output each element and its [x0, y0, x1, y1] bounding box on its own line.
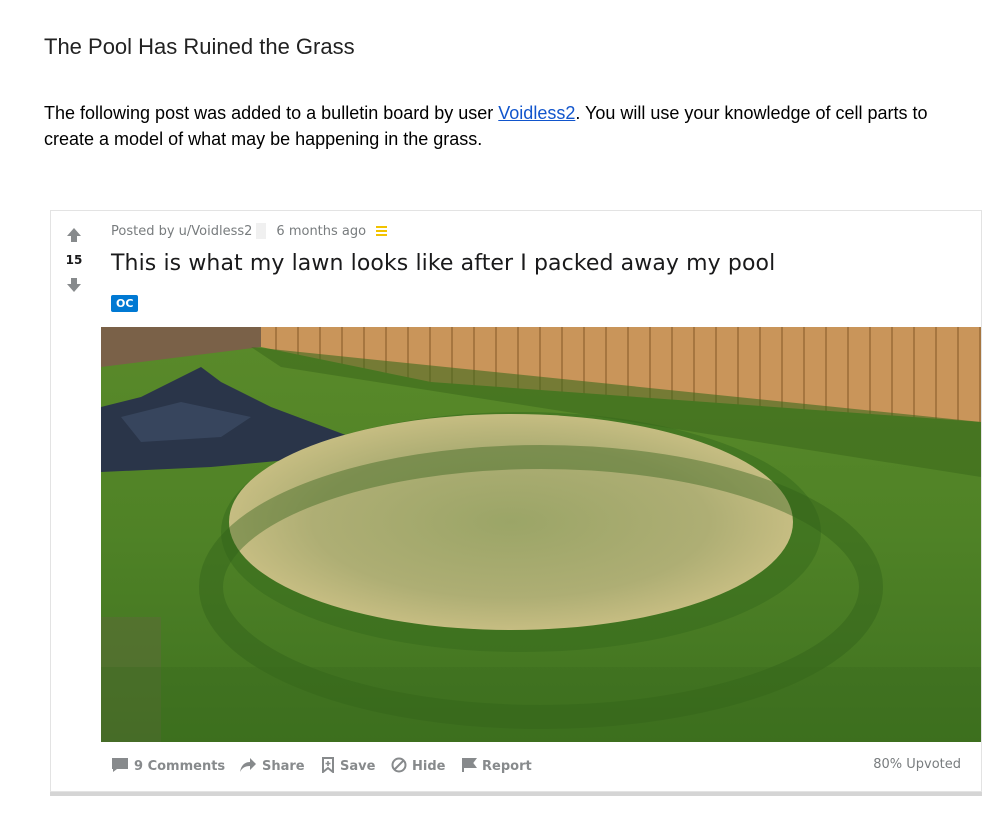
downvote-arrow-icon[interactable] — [66, 277, 82, 293]
page-title: The Pool Has Ruined the Grass — [44, 34, 355, 59]
comment-bubble-icon — [111, 757, 129, 776]
report-button[interactable]: Report — [461, 757, 532, 776]
post-card: 15 Posted by u/Voidless2 6 months ago Th… — [50, 210, 982, 792]
share-button[interactable]: Share — [239, 757, 305, 776]
vote-column: 15 — [51, 211, 101, 791]
hide-button[interactable]: Hide — [391, 757, 445, 776]
post-title[interactable]: This is what my lawn looks like after I … — [111, 251, 775, 276]
report-label: Report — [482, 759, 532, 774]
share-arrow-icon — [239, 757, 257, 776]
post-flair[interactable]: OC — [111, 295, 139, 312]
hide-circle-icon — [391, 757, 407, 776]
post-image[interactable] — [101, 327, 981, 742]
upvote-arrow-icon[interactable] — [66, 227, 82, 243]
user-link[interactable]: Voidless2 — [498, 103, 575, 123]
save-button[interactable]: Save — [321, 757, 375, 776]
posted-by[interactable]: Posted by u/Voidless2 — [111, 224, 252, 239]
comments-button[interactable]: 9 Comments — [111, 757, 225, 776]
award-icon — [376, 226, 388, 236]
post-meta: Posted by u/Voidless2 6 months ago — [111, 223, 388, 239]
hide-label: Hide — [412, 759, 446, 774]
vote-score: 15 — [65, 253, 83, 267]
flag-icon — [461, 757, 477, 776]
bookmark-icon — [321, 757, 335, 776]
post-actions: 9 Comments Share Save Hide Report 80% Up… — [111, 757, 961, 781]
upvoted-percentage: 80% Upvoted — [873, 757, 961, 772]
intro-paragraph: The following post was added to a bullet… — [44, 100, 974, 152]
user-badge — [256, 223, 267, 239]
share-label: Share — [262, 759, 305, 774]
comments-label: 9 Comments — [134, 759, 226, 774]
save-label: Save — [340, 759, 376, 774]
post-time[interactable]: 6 months ago — [276, 224, 366, 239]
intro-text-before: The following post was added to a bullet… — [44, 103, 499, 123]
